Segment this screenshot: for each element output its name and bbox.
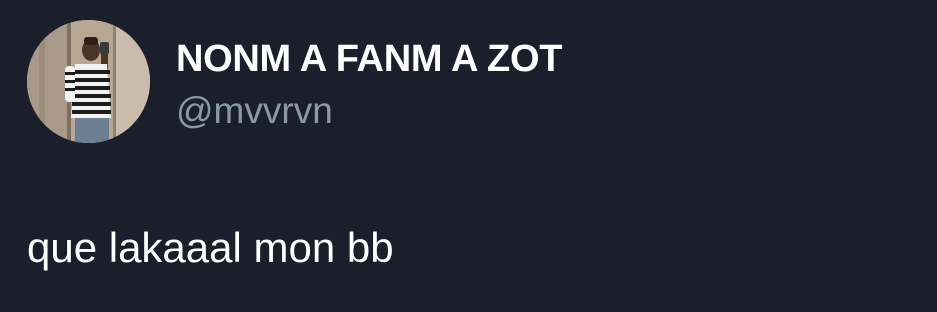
profile-photo-icon bbox=[27, 20, 150, 143]
user-handle[interactable]: @mvvrvn bbox=[176, 90, 333, 132]
display-name[interactable]: NONM A FANM A ZOT bbox=[176, 38, 562, 81]
tweet-card: NONM A FANM A ZOT @mvvrvn que lakaaal mo… bbox=[0, 0, 937, 312]
avatar[interactable] bbox=[27, 20, 150, 143]
tweet-text: que lakaaal mon bb bbox=[27, 224, 394, 271]
